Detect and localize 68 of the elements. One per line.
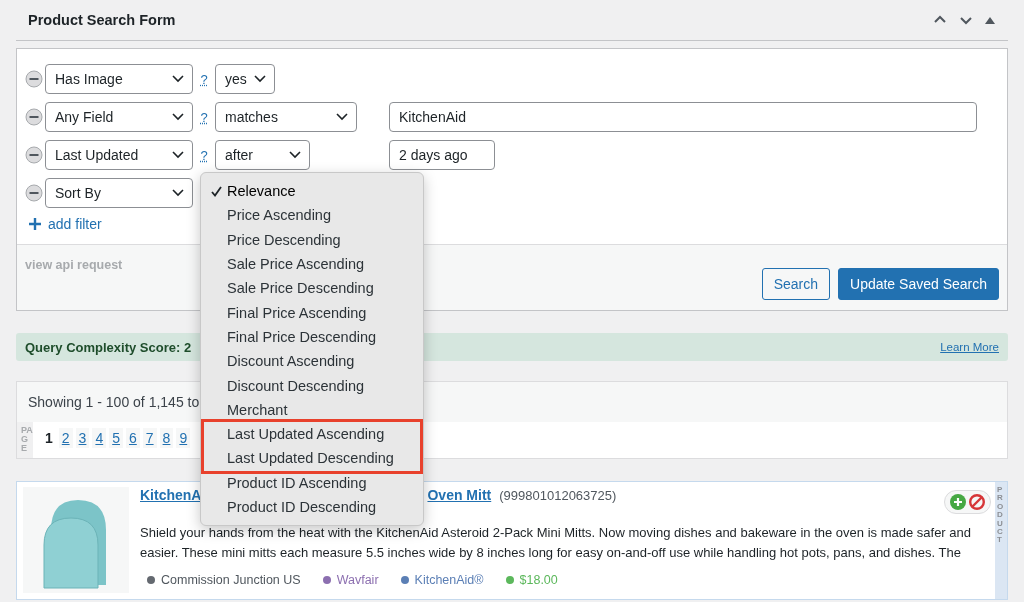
sort-option[interactable]: Last Updated Ascending [204, 421, 420, 447]
sort-option[interactable]: Product ID Ascending [201, 470, 423, 495]
search-button[interactable]: Search [761, 268, 830, 300]
field-select[interactable]: Any Field [45, 102, 193, 132]
check-icon [211, 186, 222, 197]
page-link[interactable]: 3 [75, 428, 90, 448]
operator-select[interactable]: after [215, 140, 310, 170]
caret-icon [289, 151, 301, 159]
product-tag: KitchenAid® [414, 573, 484, 587]
page-link[interactable]: 8 [159, 428, 174, 448]
field-select[interactable]: Last Updated [45, 140, 193, 170]
remove-icon[interactable] [25, 108, 43, 126]
help-link[interactable]: ? [193, 147, 215, 163]
product-title-link[interactable]: Oven Mitt [427, 487, 492, 503]
product-side-label: PRODUCT [995, 482, 1007, 599]
sort-option[interactable]: Last Updated Descending [204, 446, 420, 471]
sort-option[interactable]: Sale Price Descending [201, 276, 423, 301]
help-link[interactable]: ? [193, 71, 215, 87]
product-tag: $18.00 [519, 573, 558, 587]
panel-title: Product Search Form [28, 12, 176, 28]
page-link[interactable]: 9 [176, 428, 191, 448]
value-field[interactable]: 2 days ago [389, 140, 495, 170]
triangle-icon[interactable] [984, 15, 996, 25]
page-link[interactable]: 4 [92, 428, 107, 448]
sort-option[interactable]: Price Ascending [201, 203, 423, 228]
block-icon[interactable] [969, 494, 985, 510]
caret-icon [172, 113, 184, 121]
add-icon[interactable] [950, 494, 966, 510]
sort-option[interactable]: Product ID Descending [201, 494, 423, 520]
complexity-score: Query Complexity Score: 2 [25, 339, 192, 355]
plus-icon[interactable] [28, 217, 42, 231]
sort-option[interactable]: Discount Ascending [201, 349, 423, 374]
sort-option[interactable]: Final Price Ascending [201, 300, 423, 325]
page-link[interactable]: 2 [58, 428, 73, 448]
field-select[interactable]: Sort By [45, 178, 193, 208]
product-title-link[interactable]: KitchenA [140, 487, 202, 503]
caret-icon [336, 113, 348, 121]
sort-option[interactable]: Relevance [201, 179, 423, 204]
caret-icon [172, 189, 184, 197]
sort-option[interactable]: Discount Descending [201, 373, 423, 398]
field-select[interactable]: Has Image [45, 64, 193, 94]
operator-select[interactable]: matches [215, 102, 357, 132]
product-description: Shield your hands from the heat with the KitchenAid Asteroid 2-Pack Mini Mitts. Now moving dishes and bakeware in the oven is made safer and easier. These mini mitts each measure 5.5 inches wide by 8 inches long for easy on-and-off use while handling hot pots, pans, and dishes. The [140, 524, 972, 562]
remove-icon[interactable] [25, 70, 43, 88]
results-summary: Showing 1 - 100 of 1,145 to [28, 394, 200, 410]
product-tag: Commission Junction US [161, 573, 301, 587]
help-link[interactable]: ? [193, 109, 215, 125]
learn-more-link[interactable]: Learn More [940, 341, 999, 353]
value-field[interactable]: KitchenAid [389, 102, 977, 132]
remove-icon[interactable] [25, 184, 43, 202]
caret-icon [172, 151, 184, 159]
sort-option[interactable]: Merchant [201, 397, 423, 422]
caret-icon [172, 75, 184, 83]
current-page[interactable]: 1 [42, 428, 56, 448]
page-link[interactable]: 5 [109, 428, 123, 448]
add-filter-link[interactable]: add filter [48, 216, 102, 232]
sort-option[interactable]: Price Descending [201, 227, 423, 252]
remove-icon[interactable] [25, 146, 43, 164]
product-tag: Wavfair [336, 573, 379, 587]
sort-option[interactable]: Sale Price Ascending [201, 251, 423, 277]
operator-select[interactable]: yes [215, 64, 275, 94]
page-label: PAGE [17, 422, 33, 458]
page-link[interactable]: 6 [126, 428, 140, 448]
caret-icon [254, 75, 266, 83]
page-link[interactable]: 7 [142, 428, 157, 448]
update-button[interactable]: Update Saved Search [838, 268, 999, 300]
sort-option[interactable]: Final Price Descending [201, 324, 423, 350]
product-id: (999801012063725) [499, 487, 617, 503]
